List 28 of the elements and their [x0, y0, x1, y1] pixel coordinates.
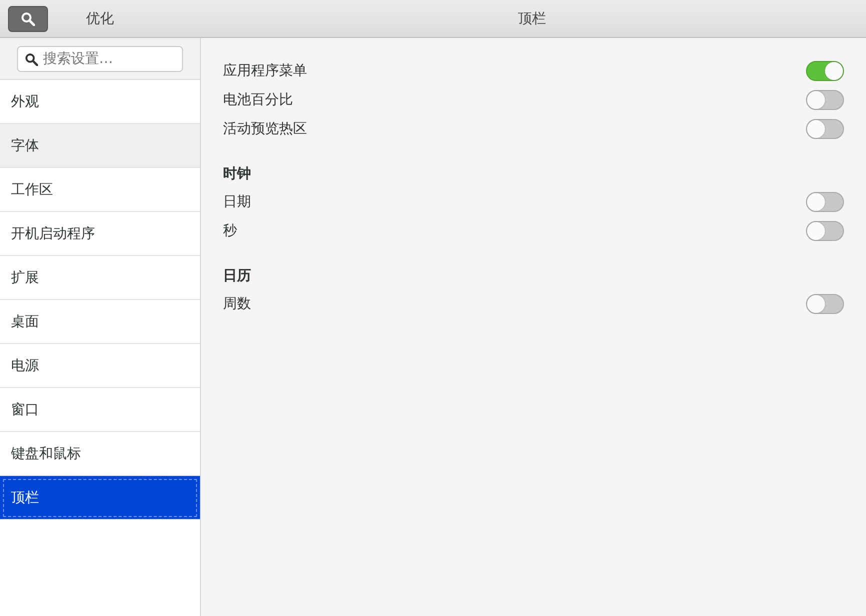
sidebar-item[interactable]: 窗口 — [0, 388, 200, 432]
toggle-switch[interactable] — [806, 90, 844, 110]
setting-label: 电池百分比 — [223, 90, 293, 108]
setting-label: 活动预览热区 — [223, 120, 307, 138]
toggle-switch[interactable] — [806, 192, 844, 212]
section-title: 时钟 — [223, 165, 252, 184]
sidebar-item[interactable]: 扩展 — [0, 256, 200, 300]
app-title: 优化 — [86, 10, 114, 28]
toggle-switch[interactable] — [806, 294, 844, 314]
sidebar-item[interactable]: 工作区 — [0, 168, 200, 212]
setting-label: 周数 — [223, 294, 251, 312]
sidebar-item[interactable]: 字体 — [0, 124, 200, 168]
search-icon — [21, 12, 35, 26]
toggle-switch[interactable] — [806, 220, 844, 240]
search-button[interactable] — [8, 6, 48, 32]
page-title: 顶栏 — [518, 10, 546, 28]
setting-label: 秒 — [223, 222, 237, 240]
search-field[interactable]: 搜索设置… — [17, 46, 183, 72]
setting-label: 日期 — [223, 192, 251, 210]
sidebar-item[interactable]: 开机启动程序 — [0, 212, 200, 256]
search-icon — [25, 52, 38, 66]
setting-label: 应用程序菜单 — [223, 62, 307, 80]
sidebar-item[interactable]: 电源 — [0, 344, 200, 388]
toggle-switch[interactable] — [806, 118, 844, 138]
toggle-switch[interactable] — [806, 60, 844, 80]
section-title: 日历 — [223, 267, 252, 286]
sidebar-item[interactable]: 桌面 — [0, 300, 200, 344]
sidebar-item[interactable]: 顶栏 — [0, 476, 200, 520]
